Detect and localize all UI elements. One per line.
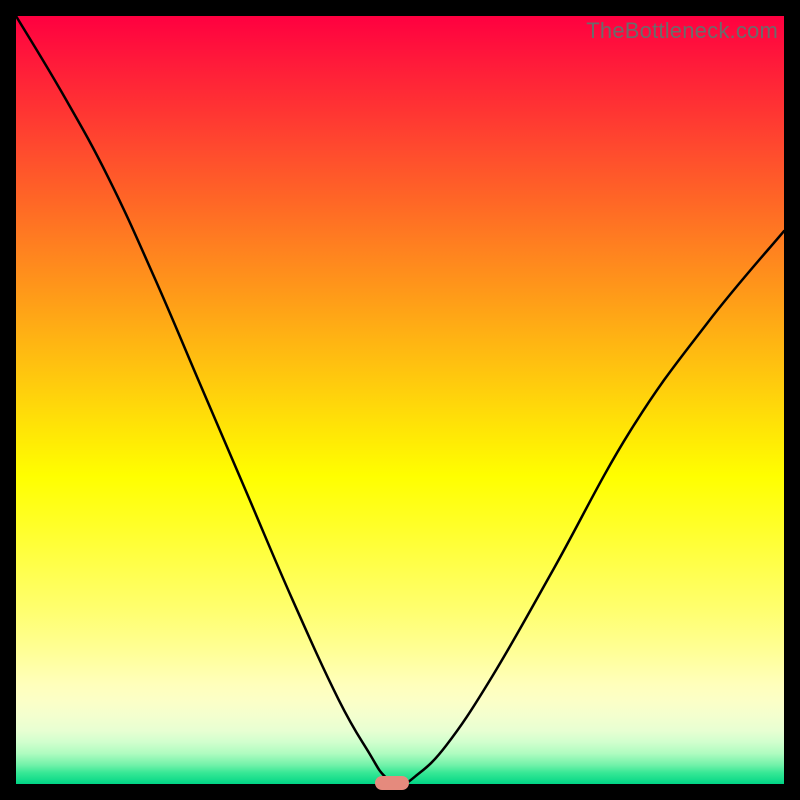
bottleneck-line	[16, 16, 784, 784]
plot-area: TheBottleneck.com	[16, 16, 784, 784]
chart-container: TheBottleneck.com	[0, 0, 800, 800]
minimum-marker	[375, 776, 409, 790]
